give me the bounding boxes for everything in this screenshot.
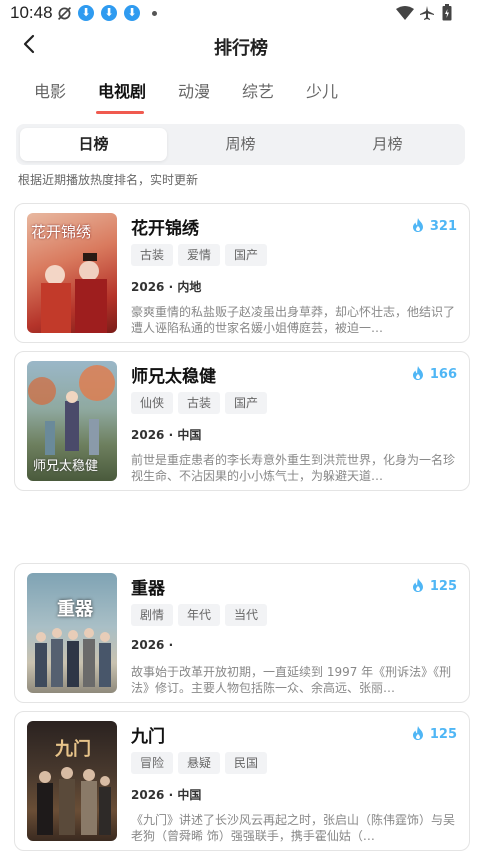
item-title: 师兄太稳健 <box>131 367 216 387</box>
tag: 当代 <box>225 604 268 626</box>
heat-value: 125 <box>429 579 457 594</box>
ranking-hint: 根据近期播放热度排名，实时更新 <box>18 173 199 187</box>
poster-image: 花开锦绣 <box>27 213 117 333</box>
fire-icon <box>412 726 423 740</box>
item-title: 花开锦绣 <box>131 219 199 239</box>
tag-list: 仙侠 古装 国产 <box>131 392 272 414</box>
heat-value: 166 <box>429 367 457 382</box>
fire-icon <box>412 218 423 232</box>
year-region: 2026 · 中国 <box>131 788 202 802</box>
tab-variety[interactable]: 综艺 <box>242 78 274 102</box>
segment-monthly[interactable]: 月榜 <box>314 128 461 161</box>
poster-image: 师兄太稳健 <box>27 361 117 481</box>
tag: 古装 <box>178 392 221 414</box>
tag: 国产 <box>225 392 268 414</box>
heat-score: 125 <box>412 726 457 742</box>
wifi-icon <box>396 6 414 20</box>
heat-value: 321 <box>429 219 457 234</box>
airplane-icon <box>420 6 434 20</box>
item-title: 重器 <box>131 579 165 599</box>
poster-title-text: 重器 <box>57 599 93 620</box>
category-tabs: 电影 电视剧 动漫 综艺 少儿 <box>0 74 482 118</box>
tab-movie[interactable]: 电影 <box>34 78 66 102</box>
heat-score: 125 <box>412 578 457 594</box>
year-region: 2026 · <box>131 638 174 652</box>
tag: 国产 <box>225 244 268 266</box>
download-icon: ⬇ <box>124 5 140 21</box>
top-bar: 排行榜 <box>0 26 482 66</box>
poster-image: 九门 <box>27 721 117 841</box>
tag: 冒险 <box>131 752 174 774</box>
fire-icon <box>412 366 423 380</box>
poster-title-text: 花开锦绣 <box>31 223 92 241</box>
item-description: 故事始于改革开放初期，一直延续到 1997 年《刑诉法》《刑法》修订。主要人物包… <box>131 665 452 695</box>
tab-kids[interactable]: 少儿 <box>306 78 338 102</box>
item-description: 《九门》讲述了长沙风云再起之时，张启山（陈伟霆饰）与吴老狗（曾舜晞 饰）强强联手… <box>131 813 456 843</box>
tab-tv-series[interactable]: 电视剧 <box>98 78 146 102</box>
poster-image: 重器 <box>27 573 117 693</box>
download-icon: ⬇ <box>78 5 94 21</box>
tag-list: 剧情 年代 当代 <box>131 604 272 626</box>
status-time: 10:48 <box>10 3 53 22</box>
segment-daily[interactable]: 日榜 <box>20 128 167 161</box>
poster-art <box>35 628 111 687</box>
active-tab-indicator <box>96 111 144 114</box>
tag: 剧情 <box>131 604 174 626</box>
download-icon: ⬇ <box>101 5 117 21</box>
segment-weekly[interactable]: 周榜 <box>167 128 314 161</box>
year-region: 2026 · 中国 <box>131 428 202 442</box>
tab-anime[interactable]: 动漫 <box>178 78 210 102</box>
tag-list: 古装 爱情 国产 <box>131 244 272 266</box>
tag: 悬疑 <box>178 752 221 774</box>
fire-icon <box>412 578 423 592</box>
ranking-card[interactable]: 九门 九门 125 冒险 悬疑 民国 2026 · 中国 《九门》讲述了长沙风云再起… <box>14 711 470 851</box>
poster-title-text: 九门 <box>55 739 91 760</box>
ranking-card[interactable]: 重器 重器 125 剧情 年代 当代 2026 · 故事始于改革开放初期，一直延续到… <box>14 563 470 703</box>
tag: 仙侠 <box>131 392 174 414</box>
battery-icon <box>442 4 452 21</box>
ranking-card[interactable]: 师兄太稳健 师兄太稳健 166 仙侠 古装 国产 2026 · 中国 前世是重症患者… <box>14 351 470 491</box>
more-notifications-icon <box>152 11 157 16</box>
item-description: 豪爽重情的私盐贩子赵凌虽出身草莽，却心怀壮志，他结识了遭人诬陷私通的世家名媛小姐… <box>131 305 456 335</box>
ranking-period-segmented-control: 日榜 周榜 月榜 <box>16 124 465 165</box>
item-title: 九门 <box>131 727 165 747</box>
page-title: 排行榜 <box>214 38 268 59</box>
heat-score: 321 <box>412 218 457 234</box>
sync-off-icon <box>57 6 72 21</box>
heat-score: 166 <box>412 366 457 382</box>
year-region: 2026 · 内地 <box>131 280 202 294</box>
status-bar: 10:48 ⬇ ⬇ ⬇ <box>0 0 482 26</box>
tag: 古装 <box>131 244 174 266</box>
tag-list: 冒险 悬疑 民国 <box>131 752 272 774</box>
tag: 民国 <box>225 752 268 774</box>
poster-title-text: 师兄太稳健 <box>33 459 99 474</box>
heat-value: 125 <box>429 727 457 742</box>
ranking-card[interactable]: 花开锦绣 花开锦绣 321 古装 爱情 国产 2026 · 内地 豪爽重情的私盐贩子… <box>14 203 470 343</box>
tag: 年代 <box>178 604 221 626</box>
tag: 爱情 <box>178 244 221 266</box>
item-description: 前世是重症患者的李长寿意外重生到洪荒世界，化身为一名珍视生命、不沾因果的小小炼气… <box>131 453 456 483</box>
